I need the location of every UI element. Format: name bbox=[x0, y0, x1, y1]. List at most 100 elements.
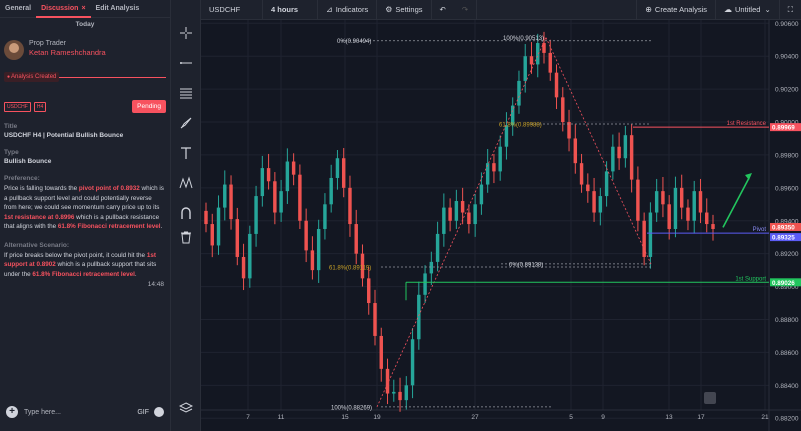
layout-menu[interactable]: ☁ Untitled ⌄ bbox=[716, 0, 780, 20]
candle-body bbox=[504, 125, 509, 147]
chart-toolbar: USDCHF 4 hours ⊿ Indicators ⚙ Settings ↶ ↷… bbox=[201, 0, 801, 20]
alternative-label: Alternative Scenario: bbox=[4, 241, 70, 249]
candle-body bbox=[485, 163, 490, 185]
candle-body bbox=[404, 385, 409, 401]
time-tick-label: 27 bbox=[471, 414, 479, 421]
candle-body bbox=[542, 43, 546, 53]
title-label: Title bbox=[4, 123, 18, 130]
price-tick-label: 0.88200 bbox=[775, 416, 799, 423]
tab-edit-analysis[interactable]: Edit Analysis bbox=[91, 0, 145, 18]
title-value: USDCHF H4 | Potential Bullish Bounce bbox=[4, 132, 124, 139]
candle-body bbox=[266, 168, 271, 182]
status-timeline: Analysis Created bbox=[4, 72, 166, 82]
settings-button[interactable]: ⚙ Settings bbox=[377, 0, 432, 20]
candle-body bbox=[417, 294, 421, 340]
panel-tabs: General Discussion × Edit Analysis bbox=[0, 0, 170, 18]
price-tick-label: 0.89600 bbox=[775, 185, 799, 192]
candle-body bbox=[435, 233, 440, 262]
time-tick-label: 21 bbox=[761, 414, 769, 421]
timeframe-select[interactable]: 4 hours bbox=[263, 0, 318, 20]
text-icon[interactable] bbox=[171, 138, 201, 168]
status-badge: Analysis Created bbox=[4, 72, 60, 82]
gif-button[interactable]: GIF bbox=[137, 409, 149, 416]
price-tick-label: 0.90400 bbox=[775, 54, 799, 61]
author-role: Prop Trader bbox=[29, 40, 66, 47]
create-analysis-label: Create Analysis bbox=[654, 4, 708, 14]
candle-body bbox=[348, 187, 352, 225]
layout-label: Untitled bbox=[735, 4, 761, 14]
tab-general[interactable]: General bbox=[0, 0, 36, 18]
add-attachment-icon[interactable]: + bbox=[6, 406, 18, 418]
candle-body bbox=[586, 184, 590, 192]
undo-button[interactable]: ↶ bbox=[432, 0, 454, 20]
indicators-button[interactable]: ⊿ Indicators bbox=[318, 0, 378, 20]
candle-body bbox=[592, 191, 596, 213]
message-input[interactable]: Type here... bbox=[24, 409, 61, 416]
time-tick-label: 19 bbox=[373, 414, 381, 421]
symbol-search[interactable]: USDCHF bbox=[201, 0, 263, 20]
undo-icon: ↶ bbox=[439, 4, 446, 14]
candle-body bbox=[548, 52, 552, 73]
candle-body bbox=[529, 56, 534, 65]
type-label: Type bbox=[4, 149, 19, 156]
brush-icon[interactable] bbox=[171, 108, 201, 138]
analysis-panel: General Discussion × Edit Analysis Today … bbox=[0, 0, 171, 431]
candle-body bbox=[423, 273, 427, 295]
redo-button[interactable]: ↷ bbox=[454, 0, 478, 20]
settings-label: Settings bbox=[395, 4, 423, 14]
price-tick-label: 0.90600 bbox=[775, 21, 799, 28]
tab-discussion[interactable]: Discussion × bbox=[36, 0, 91, 18]
create-analysis-button[interactable]: ⊕ Create Analysis bbox=[636, 0, 717, 20]
candle-body bbox=[648, 212, 653, 257]
projection-arrow bbox=[722, 177, 750, 228]
candle-body bbox=[705, 212, 709, 225]
candle-body bbox=[241, 256, 246, 279]
projection-arrow-head bbox=[745, 173, 752, 181]
price-tick-label: 0.88600 bbox=[775, 350, 799, 357]
candle-body bbox=[379, 335, 383, 369]
price-tick-label: 0.89200 bbox=[775, 251, 799, 258]
close-icon[interactable]: × bbox=[81, 5, 85, 12]
fib-trend-line bbox=[376, 37, 547, 408]
candle-body bbox=[454, 201, 459, 221]
pattern-icon[interactable] bbox=[171, 168, 201, 198]
candle-body bbox=[260, 168, 265, 197]
time-tick-label: 13 bbox=[665, 414, 673, 421]
crosshair-icon[interactable] bbox=[171, 18, 201, 48]
candle-body bbox=[673, 187, 678, 229]
candle-body bbox=[642, 220, 646, 257]
avatar[interactable] bbox=[4, 40, 24, 60]
fib-label: 100%(0.90513) bbox=[503, 36, 544, 42]
candle-body bbox=[248, 233, 252, 279]
time-tick-label: 7 bbox=[246, 414, 250, 421]
author-name[interactable]: Ketan Rameshchandra bbox=[29, 48, 106, 57]
layers-icon[interactable] bbox=[171, 393, 201, 423]
fib-label: 61.8%(0.89988) bbox=[499, 123, 542, 129]
candle-body bbox=[654, 191, 659, 213]
fib-retracement-icon[interactable] bbox=[171, 78, 201, 108]
candle-body bbox=[523, 56, 527, 81]
visibility-icon bbox=[704, 392, 716, 404]
candle-body bbox=[304, 220, 308, 251]
preference-label: Preference: bbox=[4, 175, 40, 182]
pivot-price-tag: 0.89325 bbox=[772, 235, 795, 242]
chart-area[interactable]: 0.90600 0.90400 0.90200 0.90000 0.89800 0.896… bbox=[201, 20, 801, 431]
candle-body bbox=[298, 174, 302, 221]
price-tick-label: 0.89800 bbox=[775, 152, 799, 159]
cloud-icon: ☁ bbox=[724, 4, 733, 14]
price-tick-label: 0.88400 bbox=[775, 383, 799, 390]
candle-body bbox=[341, 158, 346, 188]
candle-body bbox=[310, 250, 315, 271]
pending-button[interactable]: Pending bbox=[132, 100, 166, 113]
candle-body bbox=[498, 146, 502, 172]
candle-body bbox=[629, 135, 634, 180]
trash-icon[interactable] bbox=[171, 222, 201, 252]
fullscreen-button[interactable]: ⛶ bbox=[780, 0, 801, 20]
date-divider: Today bbox=[75, 21, 95, 28]
price-chart[interactable]: 0.906000.904000.902000.900000.898000.896… bbox=[201, 20, 801, 431]
candle-body bbox=[467, 212, 471, 225]
horizontal-line-icon[interactable] bbox=[171, 48, 201, 78]
support-label: 1st Support bbox=[735, 276, 766, 282]
emoji-icon[interactable] bbox=[154, 407, 164, 417]
fib-label: 0%(0.90494) bbox=[337, 39, 371, 45]
